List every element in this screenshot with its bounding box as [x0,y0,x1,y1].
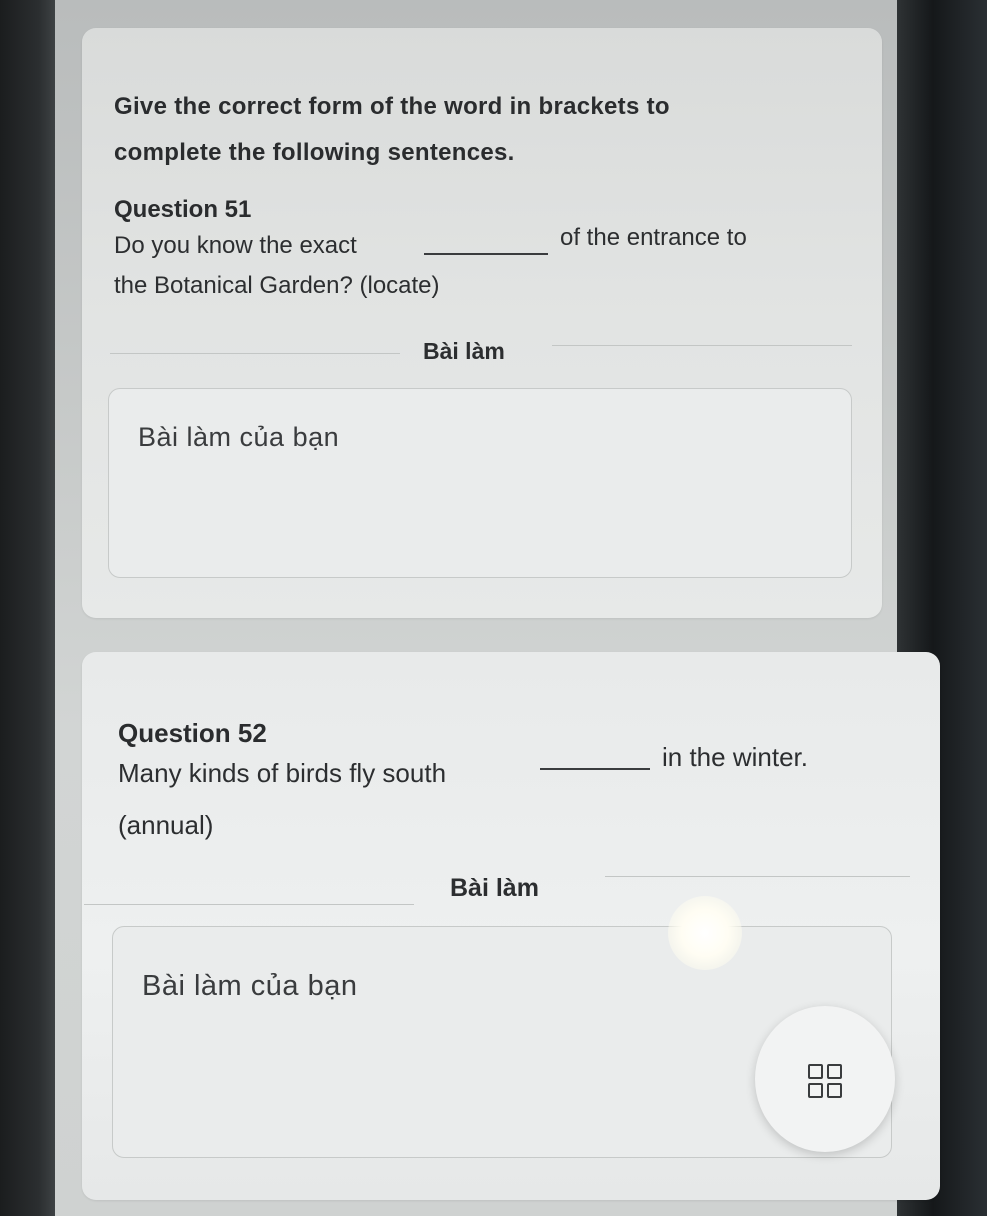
question-51-text-after: of the entrance to [560,224,747,251]
question-51-text-before: Do you know the exact [114,232,357,259]
question-52-text-before: Many kinds of birds fly south [118,758,447,788]
question-51-blank [424,253,548,255]
question-51-text-line2: the Botanical Garden? (locate) [114,272,440,299]
divider-left [84,904,414,905]
grid-icon [808,1064,842,1098]
screen-glare [668,896,742,970]
question-52-text-after: in the winter. [662,742,808,772]
question-51-title: Question 51 [114,196,252,223]
question-52-blank [540,768,650,770]
question-52-answer-placeholder: Bài làm của bạn [142,970,358,1002]
divider-left [110,353,400,354]
divider-right [552,345,852,346]
divider-right [605,876,910,877]
question-51-answer-input[interactable] [108,388,852,578]
question-51-answer-label: Bài làm [423,338,505,364]
device-bezel-left [0,0,55,1216]
menu-fab-button[interactable] [755,1006,895,1152]
question-52-text-line2: (annual) [118,810,214,840]
question-52-title: Question 52 [118,718,267,748]
instruction-text: Give the correct form of the word in bra… [114,93,670,166]
question-51-answer-placeholder: Bài làm của bạn [138,422,340,452]
question-52-answer-label: Bài làm [450,874,539,902]
